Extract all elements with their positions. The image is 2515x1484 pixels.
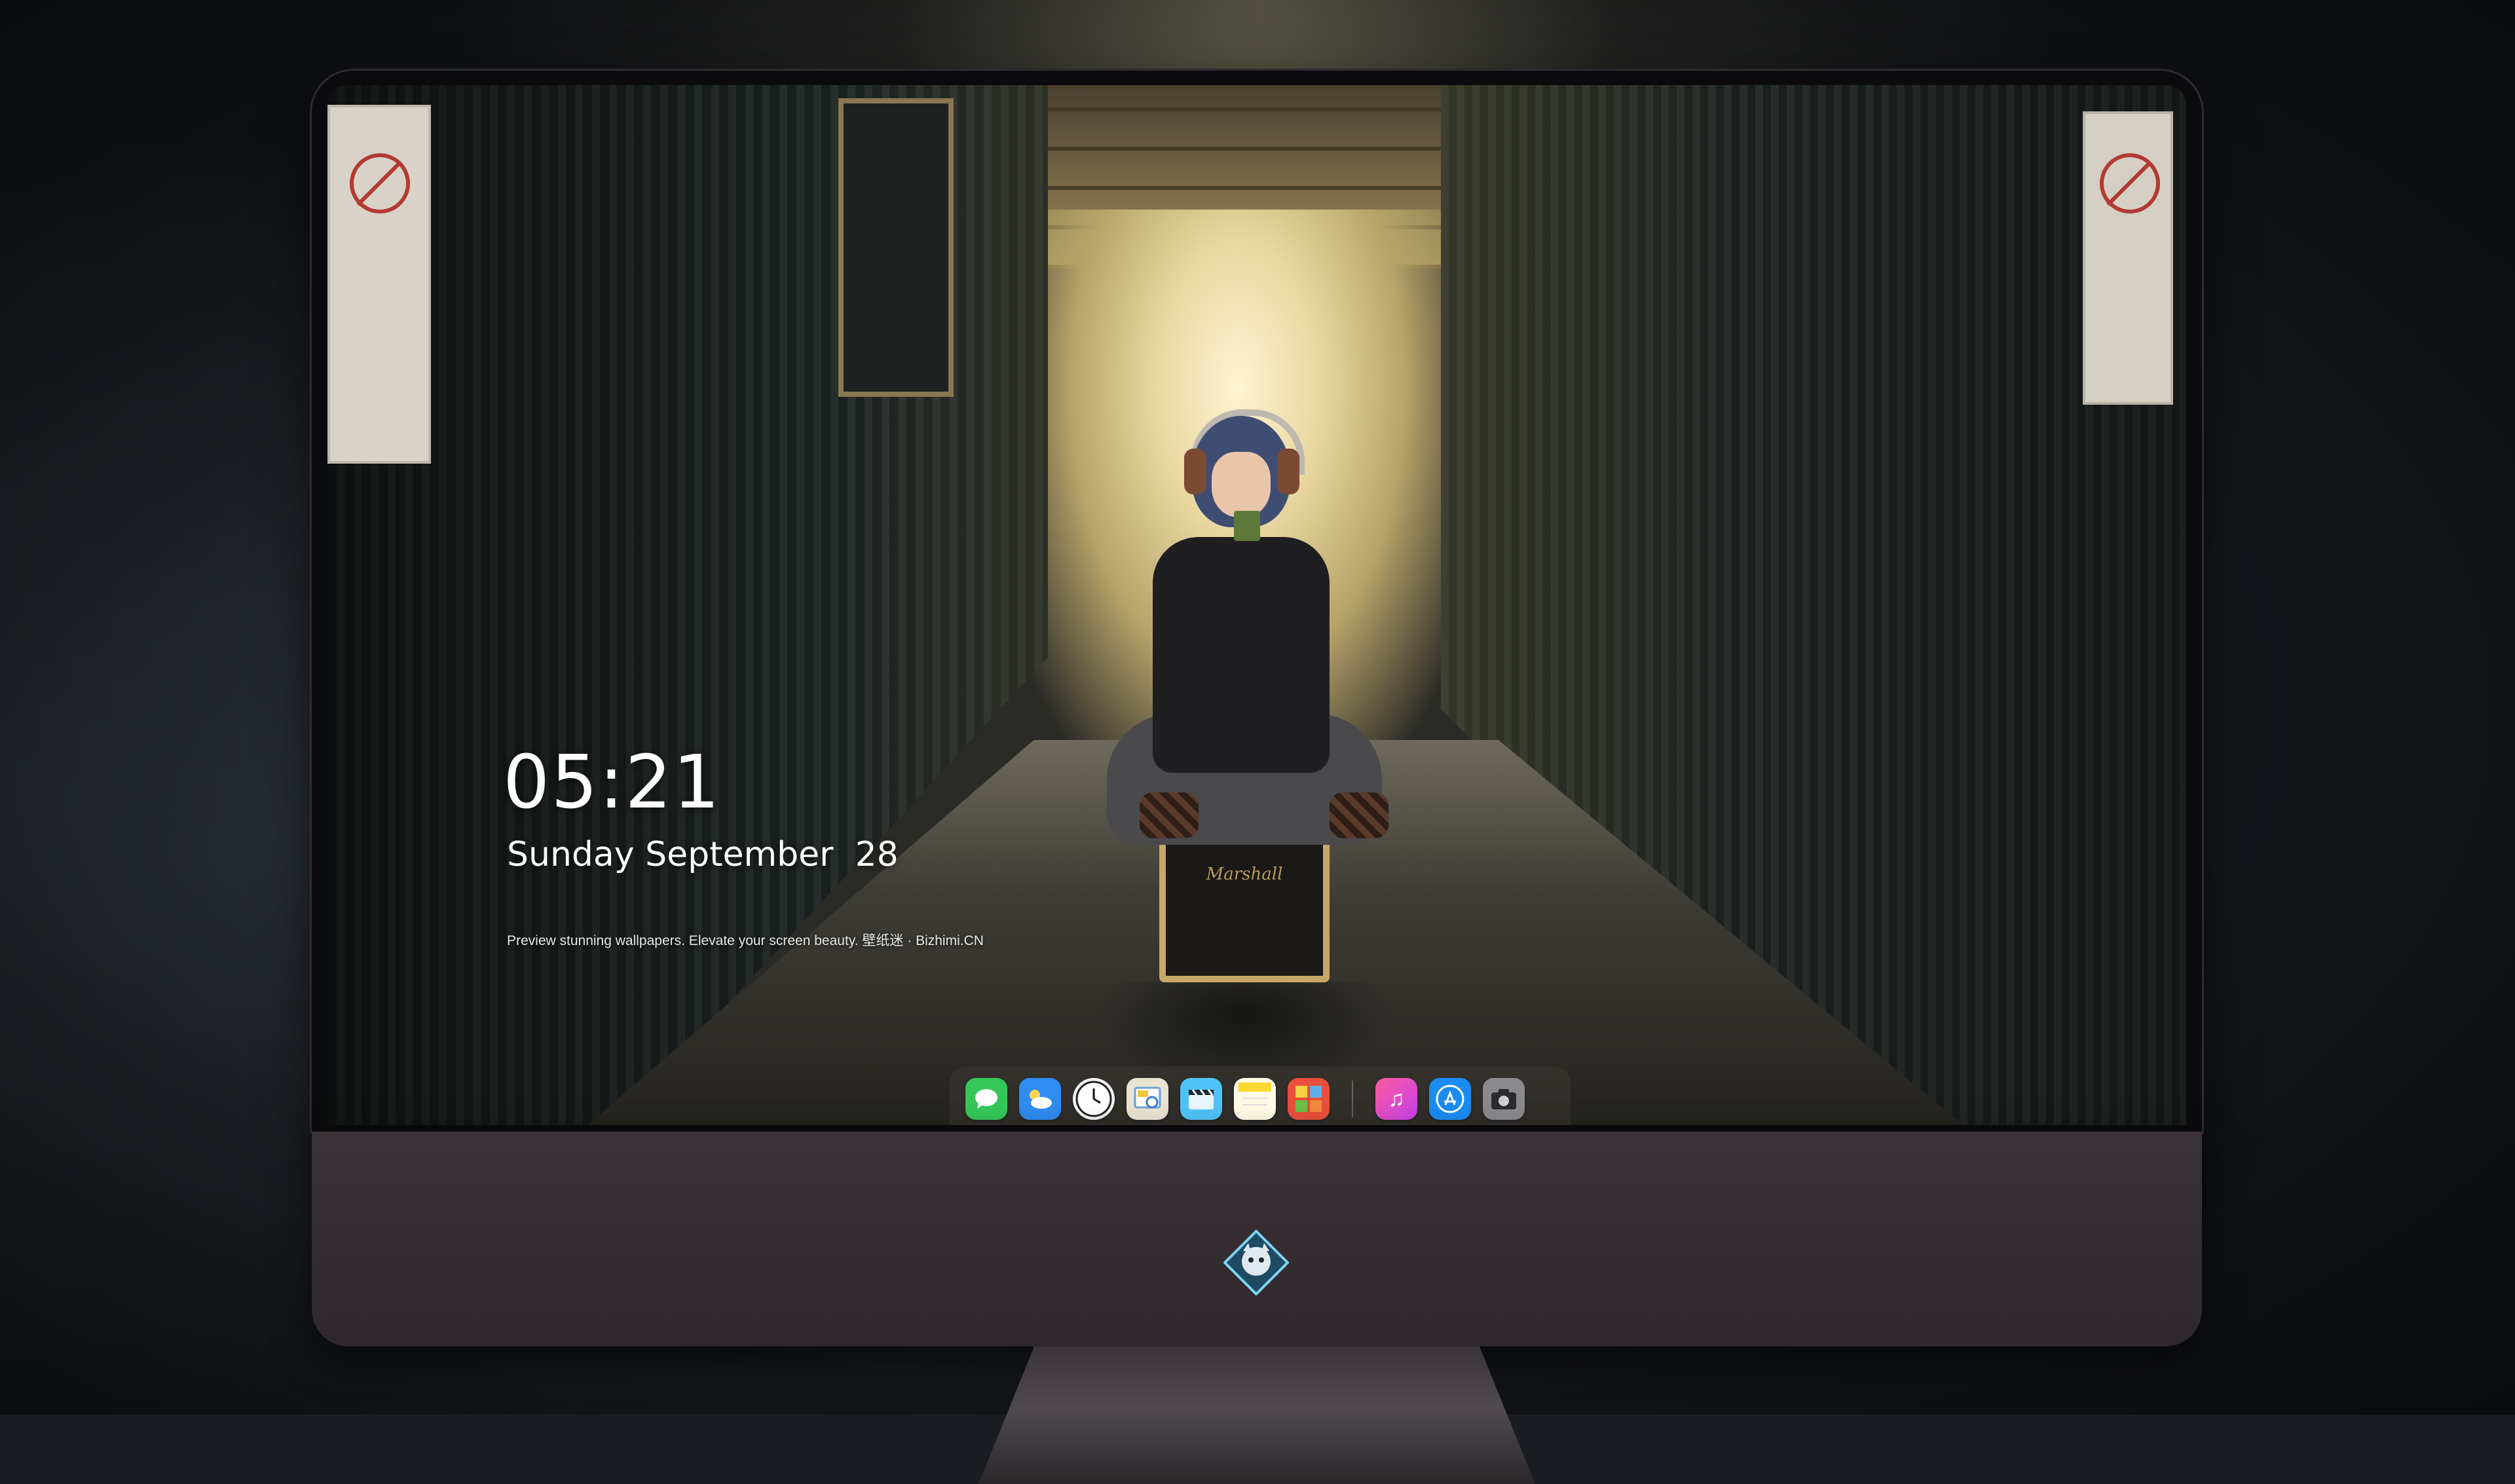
monitor-stand [978,1346,1535,1484]
dock-app-camera[interactable] [1483,1078,1525,1120]
dock-app-clock[interactable] [1073,1078,1115,1120]
character-shoe-right [1330,792,1388,838]
dock-app-preview[interactable] [1127,1078,1168,1120]
lockscreen-date: Sunday September 28 [507,835,899,874]
screen-bezel: Marshall 05:21 Sunday September 28 Previ… [312,71,2202,1132]
wallpaper-caption: Preview stunning wallpapers. Elevate you… [507,930,984,950]
desktop-screen: Marshall 05:21 Sunday September 28 Previ… [327,85,2186,1125]
app-store-icon [1435,1084,1465,1114]
dock-app-music[interactable]: ♫ [1375,1078,1417,1120]
no-smoking-sign-left [327,105,431,464]
messages-icon [973,1087,999,1111]
character-face [1212,452,1271,517]
dock-app-app-store[interactable] [1429,1078,1471,1120]
guitar-amp: Marshall [1159,825,1330,982]
tea-cup [1234,511,1260,541]
amp-brand-logo: Marshall [1166,864,1323,884]
notes-icon [1239,1083,1271,1115]
dock-app-clips[interactable] [1180,1078,1222,1120]
music-icon: ♫ [1388,1086,1405,1112]
clock-icon [1075,1081,1112,1117]
headphone-left [1184,449,1206,494]
clapperboard-icon [1186,1086,1216,1112]
no-smoking-icon [2100,153,2160,213]
wall-window [838,98,954,397]
monitor-chin [312,1132,2202,1346]
dock-app-messages[interactable] [965,1078,1007,1120]
lockscreen-time: 05:21 [503,740,721,825]
headphone-right [1277,449,1299,494]
dock: ♫ [950,1066,1571,1125]
imac-monitor: Marshall 05:21 Sunday September 28 Previ… [312,71,2202,1276]
camera-icon [1489,1086,1519,1112]
no-smoking-sign-right [2083,111,2173,405]
dock-app-weather[interactable] [1019,1078,1061,1120]
weather-icon [1026,1087,1054,1111]
dock-separator [1352,1081,1353,1117]
dock-app-photo-booth[interactable] [1288,1078,1330,1120]
photo-booth-icon [1293,1083,1324,1115]
wallpaper: Marshall [327,85,2186,1125]
brand-logo-icon [1223,1230,1289,1295]
no-smoking-icon [350,153,410,213]
preview-icon [1132,1084,1163,1114]
character-shoe-left [1140,792,1199,838]
dock-app-notes[interactable] [1234,1078,1276,1120]
character-body [1153,537,1330,773]
